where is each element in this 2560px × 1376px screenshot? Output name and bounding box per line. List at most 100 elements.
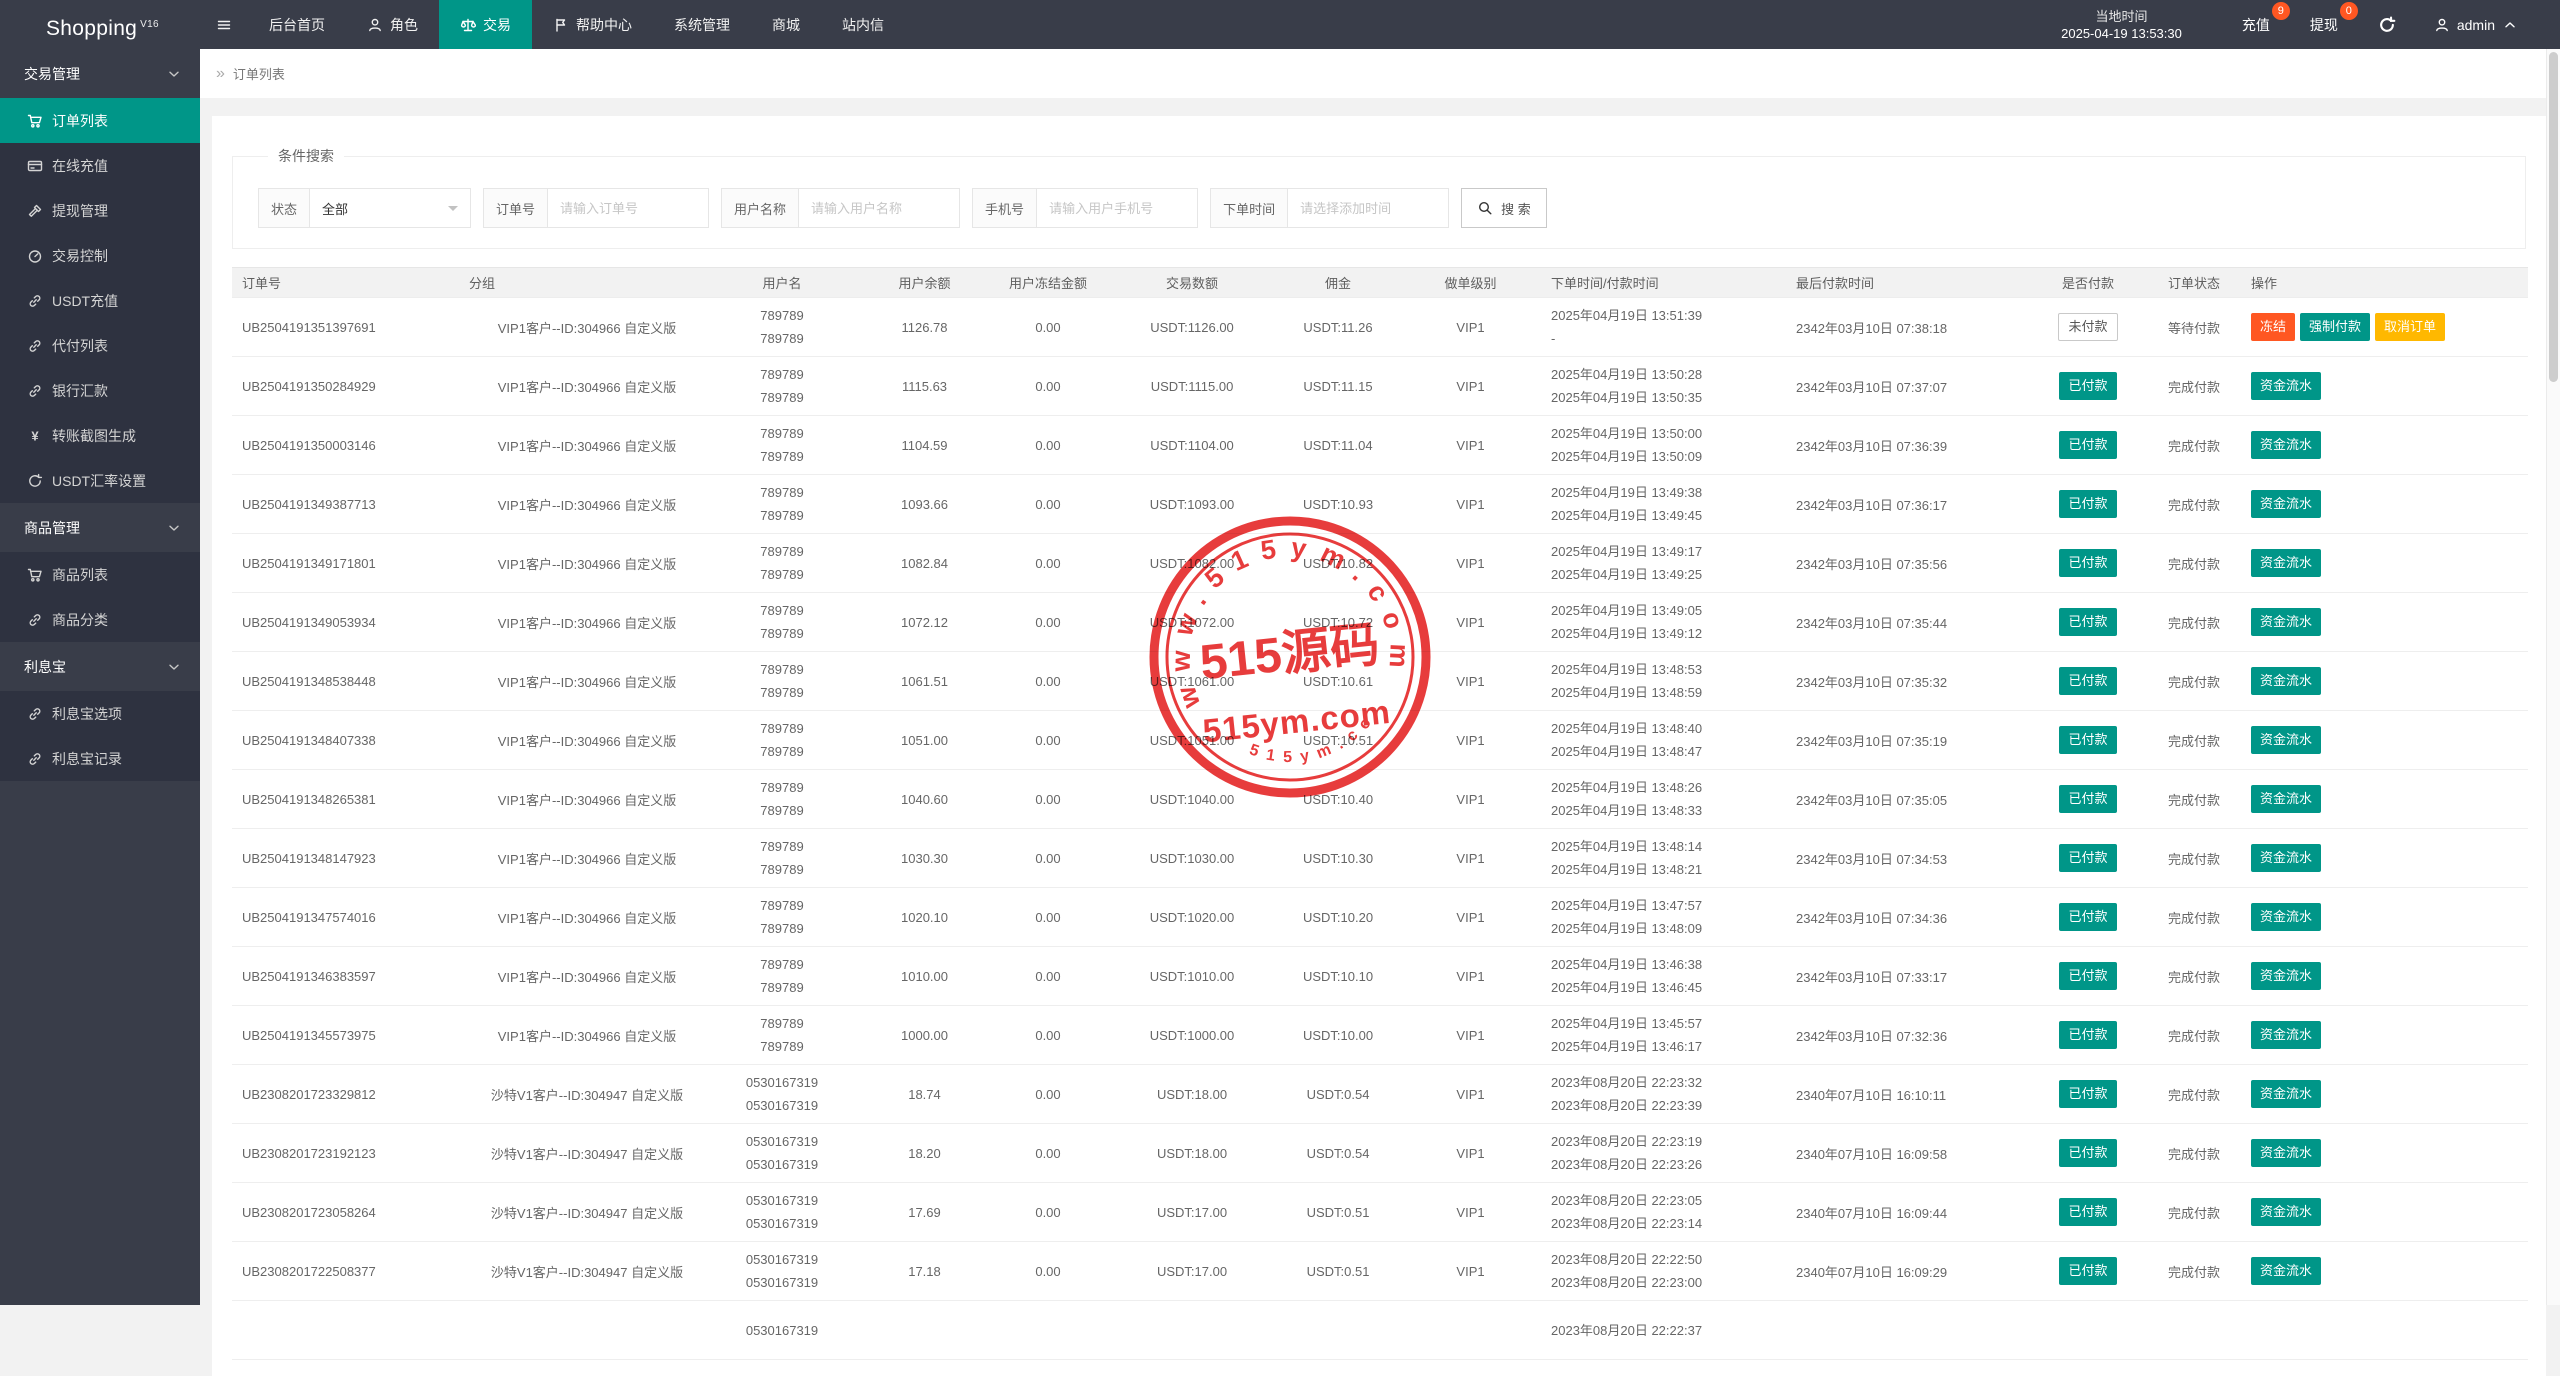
sidebar: 交易管理订单列表在线充值提现管理交易控制USDT充值代付列表银行汇款¥转账截图生…: [0, 49, 200, 1305]
balance-cell: 1104.59: [857, 416, 992, 475]
frozen-cell: 0.00: [992, 534, 1104, 593]
pay-status-badge[interactable]: 已付款: [2059, 785, 2116, 813]
pay-status-badge[interactable]: 已付款: [2059, 1139, 2116, 1167]
reload-button[interactable]: [2378, 16, 2396, 34]
content-card: 条件搜索 状态 全部 订单号 用户名称 手机号 下单: [212, 116, 2546, 1376]
pay-status-badge[interactable]: 已付款: [2059, 1080, 2116, 1108]
pay-status-badge[interactable]: 已付款: [2059, 962, 2116, 990]
user-cell: 0530167319 0530167319: [707, 1124, 857, 1183]
sidebar-group-goods-manage[interactable]: 商品管理: [0, 503, 200, 552]
recharge-link[interactable]: 充值 9: [2242, 15, 2270, 35]
table-row: UB2504191349171801 VIP1客户--ID:304966 自定义…: [232, 534, 2528, 593]
actions-cell: 资金流水: [2247, 652, 2528, 711]
action-button[interactable]: 资金流水: [2251, 844, 2321, 872]
sidebar-item-interest-records[interactable]: 利息宝记录: [0, 736, 200, 781]
actions-cell: 资金流水: [2247, 534, 2528, 593]
sidebar-item-goods-category[interactable]: 商品分类: [0, 597, 200, 642]
balance-cell: 1072.12: [857, 593, 992, 652]
username-input[interactable]: [799, 189, 959, 227]
sidebar-item-withdraw-manage[interactable]: 提现管理: [0, 188, 200, 233]
action-button[interactable]: 冻结: [2251, 313, 2295, 341]
sidebar-group-interest[interactable]: 利息宝: [0, 642, 200, 691]
amount-cell: USDT:17.00: [1104, 1183, 1280, 1242]
order-time-input[interactable]: [1288, 189, 1448, 227]
pay-status-badge[interactable]: 已付款: [2059, 1021, 2116, 1049]
action-button[interactable]: 资金流水: [2251, 1198, 2321, 1226]
pay-status-badge[interactable]: 已付款: [2059, 667, 2116, 695]
order-time-cell: 2025年04月19日 13:49:17 2025年04月19日 13:49:2…: [1545, 534, 1790, 593]
sidebar-item-usdt-rate[interactable]: USDT汇率设置: [0, 458, 200, 503]
order-status-cell: 完成付款: [2141, 534, 2247, 593]
topnav-item-system[interactable]: 系统管理: [653, 0, 751, 49]
sidebar-item-usdt-recharge[interactable]: USDT充值: [0, 278, 200, 323]
sidebar-item-label: 代付列表: [52, 336, 108, 356]
action-button[interactable]: 强制付款: [2300, 313, 2370, 341]
pay-status-badge[interactable]: 已付款: [2059, 1198, 2116, 1226]
orders-tbody: UB2504191351397691 VIP1客户--ID:304966 自定义…: [232, 298, 2528, 1360]
user-menu[interactable]: admin: [2434, 17, 2518, 33]
action-button[interactable]: 资金流水: [2251, 1080, 2321, 1108]
pay-status-cell: [2035, 1301, 2141, 1360]
action-button[interactable]: 资金流水: [2251, 903, 2321, 931]
group-cell: 沙特V1客户--ID:304947 自定义版: [467, 1065, 707, 1124]
status-select[interactable]: 全部: [310, 189, 470, 227]
order-time-cell: 2025年04月19日 13:50:28 2025年04月19日 13:50:3…: [1545, 357, 1790, 416]
sidebar-item-pay-list[interactable]: 代付列表: [0, 323, 200, 368]
pay-status-badge[interactable]: 已付款: [2059, 431, 2116, 459]
sidebar-item-transfer-screenshot[interactable]: ¥转账截图生成: [0, 413, 200, 458]
scrollbar-thumb[interactable]: [2549, 52, 2558, 382]
pay-status-badge[interactable]: 已付款: [2059, 372, 2116, 400]
pay-status-badge[interactable]: 未付款: [2058, 313, 2117, 341]
pay-status-cell: 已付款: [2035, 416, 2141, 475]
action-button[interactable]: 资金流水: [2251, 431, 2321, 459]
topnav-item-home[interactable]: 后台首页: [248, 0, 346, 49]
pay-status-badge[interactable]: 已付款: [2059, 903, 2116, 931]
action-button[interactable]: 资金流水: [2251, 549, 2321, 577]
search-button[interactable]: 搜 索: [1461, 188, 1547, 228]
sidebar-item-interest-options[interactable]: 利息宝选项: [0, 691, 200, 736]
order-time-cell: 2025年04月19日 13:46:38 2025年04月19日 13:46:4…: [1545, 947, 1790, 1006]
topnav-item-trade[interactable]: 交易: [439, 0, 532, 49]
action-button[interactable]: 资金流水: [2251, 490, 2321, 518]
action-button[interactable]: 资金流水: [2251, 962, 2321, 990]
action-button[interactable]: 取消订单: [2375, 313, 2445, 341]
sidebar-item-order-list[interactable]: 订单列表: [0, 98, 200, 143]
order-no-input[interactable]: [548, 189, 708, 227]
hammer-icon: [26, 203, 43, 219]
pay-status-badge[interactable]: 已付款: [2059, 1257, 2116, 1285]
action-button[interactable]: 资金流水: [2251, 667, 2321, 695]
topnav-item-messages[interactable]: 站内信: [821, 0, 905, 49]
action-button[interactable]: 资金流水: [2251, 1139, 2321, 1167]
pay-status-badge[interactable]: 已付款: [2059, 490, 2116, 518]
action-button[interactable]: 资金流水: [2251, 1021, 2321, 1049]
pay-status-badge[interactable]: 已付款: [2059, 726, 2116, 754]
action-button[interactable]: 资金流水: [2251, 785, 2321, 813]
action-button[interactable]: 资金流水: [2251, 726, 2321, 754]
flag-icon: [553, 17, 569, 33]
sidebar-item-trade-control[interactable]: 交易控制: [0, 233, 200, 278]
action-button[interactable]: 资金流水: [2251, 372, 2321, 400]
group-cell: VIP1客户--ID:304966 自定义版: [467, 947, 707, 1006]
user-cell: 789789 789789: [707, 829, 857, 888]
order-id-cell: UB2504191349387713: [232, 475, 467, 534]
topnav-item-help[interactable]: 帮助中心: [532, 0, 653, 49]
scrollbar-track[interactable]: [2546, 49, 2560, 1305]
topnav-item-mall[interactable]: 商城: [751, 0, 821, 49]
app-logo[interactable]: ShoppingV16: [0, 0, 200, 49]
action-button[interactable]: 资金流水: [2251, 608, 2321, 636]
sidebar-group-trade-manage[interactable]: 交易管理: [0, 49, 200, 98]
pay-status-badge[interactable]: 已付款: [2059, 549, 2116, 577]
sidebar-item-online-recharge[interactable]: 在线充值: [0, 143, 200, 188]
pay-status-badge[interactable]: 已付款: [2059, 608, 2116, 636]
pay-status-badge[interactable]: 已付款: [2059, 844, 2116, 872]
sidebar-item-goods-list[interactable]: 商品列表: [0, 552, 200, 597]
phone-input[interactable]: [1037, 189, 1197, 227]
hamburger-button[interactable]: [200, 0, 248, 49]
topnav-item-roles[interactable]: 角色: [346, 0, 439, 49]
chevron-down-icon: [166, 520, 182, 536]
actions-cell: 资金流水: [2247, 1065, 2528, 1124]
withdraw-link[interactable]: 提现 0: [2310, 15, 2338, 35]
scale-icon: [460, 17, 476, 33]
action-button[interactable]: 资金流水: [2251, 1257, 2321, 1285]
sidebar-item-bank-transfer[interactable]: 银行汇款: [0, 368, 200, 413]
